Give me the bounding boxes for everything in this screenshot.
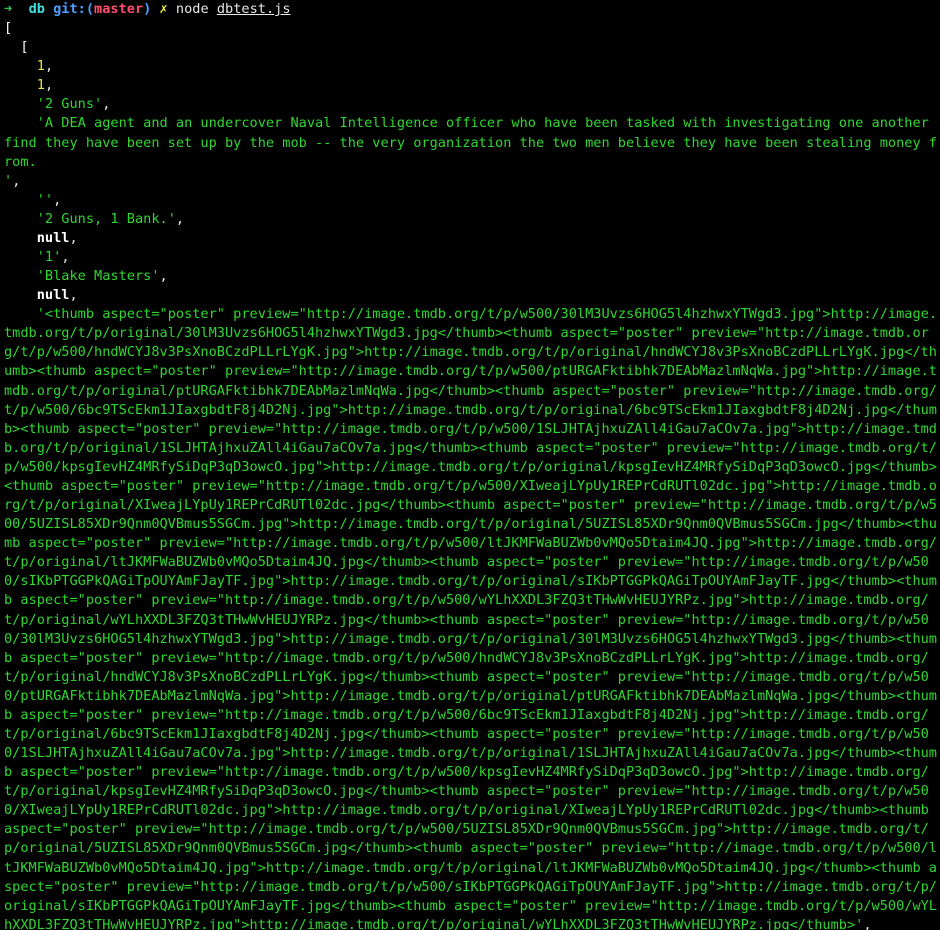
prompt-git-close: ) [143, 1, 152, 17]
prompt-directory: db [28, 1, 45, 17]
output-value-line: null, [4, 286, 940, 305]
output-value-str: '1' [36, 249, 62, 266]
output-value-str: '2 Guns' [36, 96, 103, 113]
value-separator-comma: , [53, 191, 62, 208]
value-separator-comma: , [102, 96, 111, 113]
output-value-line: 'Blake Masters', [4, 267, 940, 286]
output-value-num: 1 [36, 58, 45, 75]
output-value-line: 1, [4, 57, 940, 76]
output-value-str: 'A DEA agent and an undercover Naval Int… [4, 115, 937, 189]
value-separator-comma: , [44, 58, 54, 75]
prompt-git-branch: master [94, 1, 144, 17]
value-separator-comma: , [44, 77, 54, 94]
value-separator-comma: , [12, 172, 21, 189]
value-separator-comma: , [863, 916, 872, 930]
output-value-str: '2 Guns, 1 Bank.' [36, 210, 176, 227]
command-argument[interactable]: dbtest.js [217, 1, 291, 17]
output-value-line: '<thumb aspect="poster" preview="http://… [4, 305, 940, 930]
terminal-window[interactable]: ➜ db git:(master) ✗ node dbtest.js [ [ 1… [0, 0, 940, 930]
output-value-line: '', [4, 191, 940, 210]
output-value-line: '1', [4, 248, 940, 267]
prompt-line: ➜ db git:(master) ✗ node dbtest.js [4, 0, 940, 19]
output-value-line: 'A DEA agent and an undercover Naval Int… [4, 114, 940, 190]
output-values-list: 1, 1, '2 Guns', 'A DEA agent and an unde… [4, 57, 940, 930]
output-value-nul: null [36, 287, 70, 304]
prompt-git-label: git:( [53, 1, 95, 17]
value-separator-comma: , [69, 287, 78, 304]
output-value-str: '<thumb aspect="poster" preview="http://… [4, 306, 938, 930]
output-value-line: 1, [4, 76, 940, 95]
output-value-line: '2 Guns, 1 Bank.', [4, 210, 940, 229]
output-value-line: null, [4, 229, 940, 248]
output-open-inner-bracket: [ [4, 39, 29, 56]
value-separator-comma: , [61, 249, 70, 266]
output-value-line: '2 Guns', [4, 95, 940, 114]
value-separator-comma: , [69, 229, 78, 246]
output-value-str: '' [36, 191, 54, 208]
value-separator-comma: , [175, 210, 185, 227]
value-separator-comma: , [159, 268, 168, 285]
output-open-outer-bracket: [ [4, 20, 13, 37]
prompt-arrow-icon: ➜ [4, 1, 13, 17]
output-value-str: 'Blake Masters' [36, 268, 160, 285]
output-value-nul: null [36, 229, 70, 246]
output-value-num: 1 [36, 77, 45, 94]
command-name: node [175, 1, 209, 17]
prompt-dirty-icon: ✗ [159, 1, 168, 17]
